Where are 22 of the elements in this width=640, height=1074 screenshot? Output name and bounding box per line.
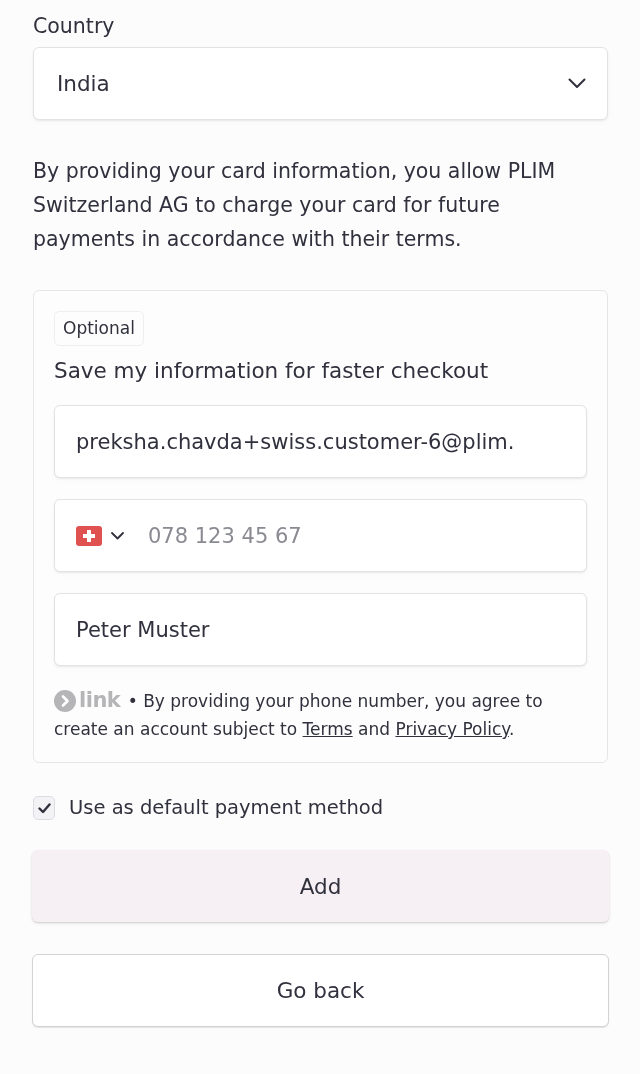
country-select[interactable]: India: [33, 47, 608, 120]
country-code-button[interactable]: [76, 525, 124, 546]
optional-badge: Optional: [54, 311, 144, 346]
checkbox[interactable]: [33, 796, 55, 820]
card-title: Save my information for faster checkout: [54, 357, 489, 385]
legal-text: link • By providing your phone number, you agree to create an account subject to Terms and Privacy Policy.: [54, 687, 544, 741]
checkbox-label: Use as default payment method: [69, 795, 384, 821]
mandate-text: By providing your card information, you allow PLIM Switzerland AG to charge your card for future payments in accordance with their terms.: [33, 158, 557, 253]
privacy-policy-link[interactable]: Privacy Policy: [395, 719, 509, 739]
swiss-flag-icon: [76, 525, 102, 546]
email-field[interactable]: preksha.chavda+swiss.customer-6@plim.: [54, 405, 587, 478]
phone-placeholder: 078 123 45 67: [148, 523, 302, 548]
caret-icon: [111, 531, 124, 540]
country-label: Country: [33, 13, 115, 39]
check-icon: [37, 802, 51, 814]
chevron-down-icon: [568, 78, 586, 89]
add-button[interactable]: Add: [32, 850, 609, 922]
brand-name: link: [79, 688, 121, 712]
name-field[interactable]: Peter Muster: [54, 593, 587, 666]
back-button[interactable]: Go back: [32, 954, 609, 1027]
link-logo-icon: [54, 690, 76, 712]
terms-link[interactable]: Terms: [302, 719, 353, 739]
